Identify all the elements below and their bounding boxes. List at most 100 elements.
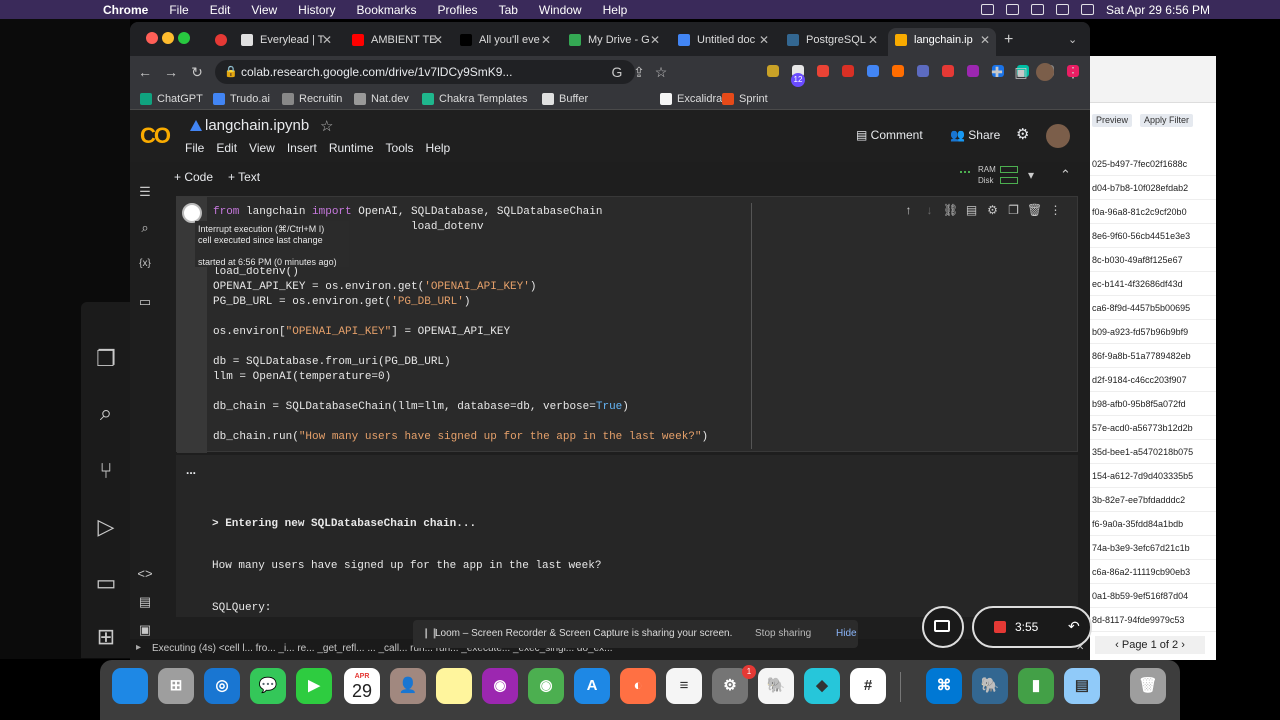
maximize-window-button[interactable] xyxy=(178,32,190,44)
preview-button[interactable]: Preview xyxy=(1092,114,1133,127)
command-palette-icon[interactable]: ▤ xyxy=(137,594,153,610)
reload-icon[interactable]: ↻ xyxy=(188,63,206,81)
colab-menu-edit[interactable]: Edit xyxy=(216,141,237,155)
db-row[interactable]: 86f-9a8b-51a7789482eb xyxy=(1090,344,1216,368)
extensions-icon[interactable]: ⊞ xyxy=(93,624,119,650)
more-options-icon[interactable]: ⋮ xyxy=(1048,203,1063,218)
close-tab-icon[interactable]: ✕ xyxy=(650,28,660,52)
menubar-app-name[interactable]: Chrome xyxy=(103,3,148,17)
bookmark-trudo-ai[interactable]: Trudo.ai xyxy=(213,92,270,106)
collapse-header-icon[interactable]: ⌃ xyxy=(1060,167,1071,183)
close-tab-icon[interactable]: ✕ xyxy=(541,28,551,52)
colab-menu-insert[interactable]: Insert xyxy=(287,141,317,155)
minimize-window-button[interactable] xyxy=(162,32,174,44)
extension-icon[interactable] xyxy=(889,63,907,81)
close-tab-icon[interactable]: ✕ xyxy=(322,28,332,52)
toc-icon[interactable]: ☰ xyxy=(137,184,153,200)
extension-icon[interactable] xyxy=(1089,63,1090,81)
calendar-icon[interactable]: APR 29 xyxy=(344,668,380,704)
terminal-icon[interactable]: ▣ xyxy=(137,622,153,638)
vscode-icon[interactable]: ⌘ xyxy=(926,668,962,704)
tab-colab[interactable]: langchain.ip ✕ xyxy=(888,28,996,56)
bookmark-nat-dev[interactable]: Nat.dev xyxy=(354,92,409,106)
menubar-datetime[interactable]: Sat Apr 29 6:56 PM xyxy=(1106,3,1210,17)
tab-docs[interactable]: Untitled doc ✕ xyxy=(671,28,775,56)
next-page-icon[interactable]: › xyxy=(1178,639,1185,651)
close-tab-icon[interactable]: ✕ xyxy=(868,28,878,52)
hide-button[interactable]: Hide xyxy=(836,620,857,648)
mirror-cell-icon[interactable]: ❐ xyxy=(1006,203,1021,218)
wifi-icon[interactable] xyxy=(1030,4,1044,15)
extension-icon[interactable] xyxy=(939,63,957,81)
bookmark-recruitin[interactable]: Recruitin xyxy=(282,92,342,106)
menubar-tab[interactable]: Tab xyxy=(499,3,518,17)
chrome-menu-icon[interactable]: ⋮ xyxy=(1064,63,1082,81)
db-row[interactable]: f6-9a0a-35fdd84a1bdb xyxy=(1090,512,1216,536)
stop-sharing-button[interactable]: Stop sharing xyxy=(755,620,811,648)
menubar-bookmarks[interactable]: Bookmarks xyxy=(357,3,417,17)
menubar-edit[interactable]: Edit xyxy=(210,3,231,17)
run-debug-icon[interactable]: ▷ xyxy=(93,514,119,540)
link-icon[interactable]: ⛓ xyxy=(943,203,958,218)
db-row[interactable]: 0a1-8b59-9ef516f87d04 xyxy=(1090,584,1216,608)
loom-camera-button[interactable] xyxy=(922,606,964,648)
db-row[interactable]: 8d-8117-94fde9979c53 xyxy=(1090,608,1216,632)
status-icon[interactable] xyxy=(980,4,994,15)
db-row[interactable]: b98-afb0-95b8f5a072fd xyxy=(1090,392,1216,416)
stop-recording-button[interactable] xyxy=(994,621,1006,633)
db-row[interactable]: ec-b141-4f32686df43d xyxy=(1090,272,1216,296)
lock-icon[interactable]: 🔒 xyxy=(224,60,238,84)
db-row[interactable]: b09-a923-fd57b96b9bf9 xyxy=(1090,320,1216,344)
contacts-icon[interactable]: 👤 xyxy=(390,668,426,704)
tab-x[interactable]: All you'll eve ✕ xyxy=(453,28,557,56)
cell-settings-icon[interactable]: ⚙ xyxy=(985,203,1000,218)
bookmark-chakra-templates[interactable]: Chakra Templates xyxy=(422,92,527,106)
tableplus-icon[interactable]: 🐘 xyxy=(758,668,794,704)
db-row[interactable]: 8c-b030-49af8f125e67 xyxy=(1090,248,1216,272)
apple-icon[interactable] xyxy=(79,3,93,17)
db-row[interactable]: 35d-bee1-a5470218b075 xyxy=(1090,440,1216,464)
trash-icon[interactable]: 🗑 xyxy=(1130,668,1166,704)
user-avatar[interactable] xyxy=(1046,124,1070,148)
disk-meter[interactable] xyxy=(1000,177,1018,184)
ram-meter[interactable] xyxy=(1000,166,1018,173)
menubar-view[interactable]: View xyxy=(251,3,277,17)
apply-filter-button[interactable]: Apply Filter xyxy=(1140,114,1194,127)
cursor-icon[interactable]: ◆ xyxy=(804,668,840,704)
extensions-puzzle-icon[interactable]: ✚ xyxy=(988,63,1006,81)
close-tab-icon[interactable]: ✕ xyxy=(980,28,990,52)
colab-menu-tools[interactable]: Tools xyxy=(386,141,414,155)
tab-pinned[interactable] xyxy=(208,28,236,56)
variables-icon[interactable]: {x} xyxy=(137,256,153,272)
comment-cell-icon[interactable]: ▤ xyxy=(964,203,979,218)
remote-explorer-icon[interactable]: ▭ xyxy=(93,570,119,596)
add-code-button[interactable]: + Code xyxy=(174,170,213,184)
profile-avatar[interactable] xyxy=(1036,63,1054,81)
messages-icon[interactable]: 💬 xyxy=(250,668,286,704)
colab-menu-view[interactable]: View xyxy=(249,141,275,155)
extension-icon[interactable] xyxy=(964,63,982,81)
menubar-history[interactable]: History xyxy=(298,3,335,17)
safari-icon[interactable]: ◎ xyxy=(204,668,240,704)
close-tab-icon[interactable]: ✕ xyxy=(759,28,769,52)
source-control-icon[interactable]: ⑂ xyxy=(93,458,119,484)
menubar-profiles[interactable]: Profiles xyxy=(438,3,478,17)
db-row[interactable]: 57e-acd0-a56773b12d2b xyxy=(1090,416,1216,440)
numbers-icon[interactable]: ▮ xyxy=(1018,668,1054,704)
colab-menu-runtime[interactable]: Runtime xyxy=(329,141,374,155)
search-icon[interactable]: ⌕ xyxy=(137,220,153,236)
forward-icon[interactable]: → xyxy=(162,63,180,81)
settings-gear-icon[interactable]: ⚙ xyxy=(1016,127,1029,143)
preview-icon[interactable]: ▤ xyxy=(1064,668,1100,704)
back-icon[interactable]: ← xyxy=(136,63,154,81)
close-window-button[interactable] xyxy=(146,32,158,44)
db-row[interactable]: 3b-82e7-ee7bfdadddc2 xyxy=(1090,488,1216,512)
files-icon[interactable]: ❐ xyxy=(93,346,119,372)
address-bar[interactable]: 🔒 colab.research.google.com/drive/1v7lDC… xyxy=(215,60,635,84)
colab-menu-file[interactable]: File xyxy=(185,141,204,155)
notes-icon[interactable] xyxy=(436,668,472,704)
extension-icon[interactable] xyxy=(764,63,782,81)
colab-menu-help[interactable]: Help xyxy=(426,141,451,155)
reminders-icon[interactable]: ≡ xyxy=(666,668,702,704)
add-text-button[interactable]: + Text xyxy=(228,170,260,184)
